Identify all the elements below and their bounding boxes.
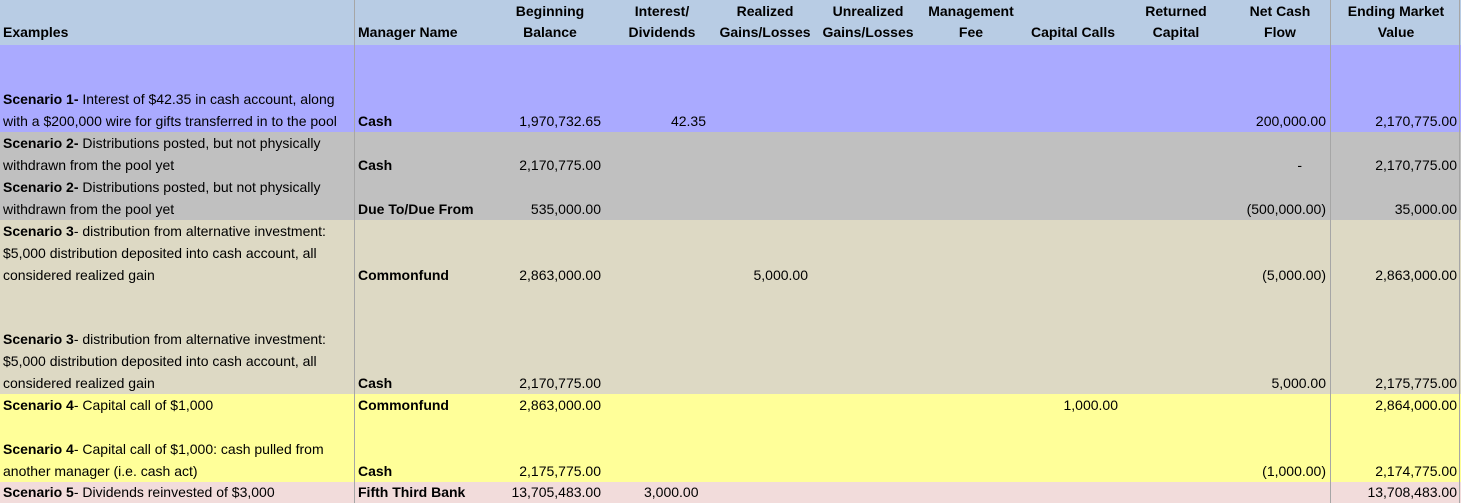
example-cell[interactable]: Scenario 5- Dividends reinvested of $3,0… — [0, 482, 354, 503]
table-row: Scenario 3- distribution from alternativ… — [0, 328, 1461, 395]
scenario-description: - Dividends reinvested of $3,000 — [73, 484, 275, 500]
scenario-label: Scenario 1- — [3, 91, 79, 107]
net-cash-flow-cell[interactable]: 5,000.00 — [1230, 328, 1330, 394]
example-cell[interactable]: Scenario 4- Capital call of $1,000 — [0, 394, 354, 416]
header-examples-label: Examples — [3, 24, 69, 40]
beginning-balance-cell[interactable]: 2,863,000.00 — [495, 220, 605, 328]
header-beginning-balance[interactable]: Beginning Balance — [495, 0, 605, 45]
capital-calls-cell[interactable]: 1,000.00 — [1024, 394, 1122, 416]
table-row: Scenario 5- Dividends reinvested of $3,0… — [0, 482, 1461, 503]
ending-value-cell[interactable]: 35,000.00 — [1331, 176, 1461, 220]
scenario-label: Scenario 3 — [3, 223, 74, 239]
header-returned-l1: Returned — [1145, 3, 1207, 19]
table-row: Scenario 2- Distributions posted, but no… — [0, 176, 1461, 221]
header-net-cash-flow[interactable]: Net Cash Flow — [1230, 0, 1330, 45]
table-row: Scenario 3- distribution from alternativ… — [0, 220, 1461, 328]
ending-value-cell[interactable]: 2,863,000.00 — [1331, 220, 1461, 328]
header-unrealized-l2: Gains/Losses — [822, 24, 914, 40]
beginning-balance-cell[interactable]: 2,170,775.00 — [495, 328, 605, 394]
header-realized-l2: Gains/Losses — [719, 24, 811, 40]
beginning-balance-cell[interactable]: 13,705,483.00 — [495, 482, 605, 503]
net-cash-flow-cell[interactable]: (1,000.00) — [1230, 416, 1330, 482]
beginning-balance-cell[interactable]: 2,175,775.00 — [495, 416, 605, 482]
beginning-balance-cell[interactable]: 535,000.00 — [495, 176, 605, 220]
header-emv-l2: Value — [1377, 24, 1415, 40]
scenario-label: Scenario 3 — [3, 331, 74, 347]
scenario-label: Scenario 4 — [3, 397, 74, 413]
table-row: Scenario 4- Capital call of $1,000 Commo… — [0, 394, 1461, 416]
column-divider — [1330, 0, 1331, 503]
net-cash-flow-cell[interactable]: - — [1230, 132, 1306, 176]
manager-cell[interactable]: Cash — [355, 45, 495, 132]
scenario-description: - Capital call of $1,000 — [73, 397, 214, 413]
header-examples[interactable]: Examples — [0, 0, 354, 45]
header-management-fee[interactable]: Management Fee — [918, 0, 1024, 45]
header-beginning-l2: Balance — [523, 24, 577, 40]
header-interest-dividends[interactable]: Interest/Dividends — [622, 0, 702, 45]
header-emv-l1: Ending Market — [1347, 3, 1445, 19]
header-manager-label: Manager Name — [358, 24, 458, 40]
example-cell[interactable]: Scenario 1- Interest of $42.35 in cash a… — [0, 45, 354, 132]
scenario-label: Scenario 5 — [3, 484, 74, 500]
net-cash-flow-cell[interactable]: (5,000.00) — [1230, 220, 1330, 328]
header-realized-l1: Realized — [736, 3, 794, 19]
example-cell[interactable]: Scenario 4- Capital call of $1,000: cash… — [0, 416, 354, 482]
table-row: Scenario 2- Distributions posted, but no… — [0, 132, 1461, 176]
header-unrealized[interactable]: Unrealized Gains/Losses — [818, 0, 918, 45]
ending-value-cell[interactable]: 2,170,775.00 — [1331, 45, 1461, 132]
scenario-label: Scenario 2- — [3, 179, 79, 195]
beginning-balance-cell[interactable]: 2,863,000.00 — [495, 394, 605, 416]
column-divider — [354, 0, 355, 503]
header-unrealized-l1: Unrealized — [832, 3, 904, 19]
ending-value-cell[interactable]: 2,864,000.00 — [1331, 394, 1461, 416]
column-divider — [1459, 0, 1460, 503]
manager-cell[interactable]: Commonfund — [355, 220, 495, 328]
header-interest-l2: Dividends — [628, 24, 696, 40]
header-ncf-l2: Flow — [1264, 24, 1296, 40]
header-returned-capital[interactable]: Returned Capital — [1128, 0, 1224, 45]
scenario-label: Scenario 4 — [3, 441, 74, 457]
scenario-label: Scenario 2- — [3, 135, 79, 151]
table-row: Scenario 4- Capital call of $1,000: cash… — [0, 416, 1461, 483]
header-capital-calls[interactable]: Capital Calls — [1024, 0, 1122, 45]
ending-value-cell[interactable]: 2,174,775.00 — [1331, 416, 1461, 482]
header-mgmt-l2: Fee — [958, 24, 984, 40]
beginning-balance-cell[interactable]: 1,970,732.65 — [495, 45, 605, 132]
manager-cell[interactable]: Fifth Third Bank — [355, 482, 495, 503]
header-manager-name[interactable]: Manager Name — [355, 0, 495, 45]
example-cell[interactable]: Scenario 3- distribution from alternativ… — [0, 220, 354, 328]
header-row: Examples Manager Name Beginning Balance I… — [0, 0, 1461, 46]
manager-cell[interactable]: Commonfund — [355, 394, 495, 416]
example-cell[interactable]: Scenario 2- Distributions posted, but no… — [0, 132, 354, 176]
ending-value-cell[interactable]: 2,175,775.00 — [1331, 328, 1461, 394]
header-ending-market-value[interactable]: Ending Market Value — [1331, 0, 1461, 45]
example-cell[interactable]: Scenario 2- Distributions posted, but no… — [0, 176, 354, 220]
interest-cell[interactable]: 42.35 — [622, 45, 710, 132]
manager-cell[interactable]: Cash — [355, 328, 495, 394]
header-mgmt-l1: Management — [928, 3, 1014, 19]
manager-cell[interactable]: Cash — [355, 132, 495, 176]
header-ncf-l1: Net Cash — [1249, 3, 1311, 19]
example-cell[interactable]: Scenario 3- distribution from alternativ… — [0, 328, 354, 394]
ending-value-cell[interactable]: 2,170,775.00 — [1331, 132, 1461, 176]
interest-cell[interactable]: 3,000.00 — [622, 482, 710, 503]
net-cash-flow-cell[interactable]: 200,000.00 — [1230, 45, 1330, 132]
header-capital-calls-label: Capital Calls — [1030, 24, 1116, 40]
manager-cell[interactable]: Due To/Due From — [355, 176, 495, 220]
realized-cell[interactable]: 5,000.00 — [714, 220, 812, 328]
ending-value-cell[interactable]: 13,708,483.00 — [1331, 482, 1461, 503]
spreadsheet: Examples Manager Name Beginning Balance I… — [0, 0, 1461, 503]
beginning-balance-cell[interactable]: 2,170,775.00 — [495, 132, 605, 176]
header-beginning-l1: Beginning — [515, 3, 585, 19]
header-realized[interactable]: Realized Gains/Losses — [714, 0, 816, 45]
manager-cell[interactable]: Cash — [355, 416, 495, 482]
table-row: Scenario 1- Interest of $42.35 in cash a… — [0, 45, 1461, 133]
net-cash-flow-cell[interactable]: (500,000.00) — [1230, 176, 1330, 220]
header-returned-l2: Capital — [1152, 24, 1200, 40]
header-interest-l1: Interest/ — [634, 3, 690, 19]
